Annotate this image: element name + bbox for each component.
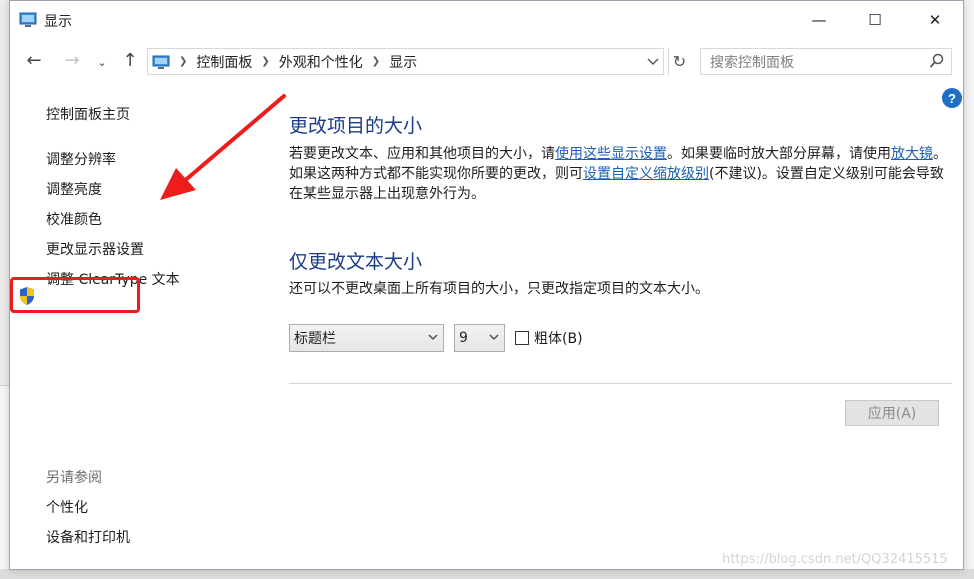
window-title: 显示 — [44, 14, 72, 30]
bold-checkbox[interactable] — [515, 331, 529, 345]
divider — [289, 383, 952, 384]
refresh-icon[interactable]: ↻ — [668, 48, 690, 75]
sidebar-item-adjust-brightness[interactable]: 调整亮度 — [46, 179, 102, 199]
description-text: 。如果要临时放大部分屏幕，请使用 — [667, 146, 891, 162]
chevron-down-icon — [489, 334, 499, 340]
watermark: https://blog.csdn.net/QQ32415515 — [722, 552, 948, 567]
control-panel-icon — [152, 55, 170, 69]
close-button[interactable]: ✕ — [912, 1, 958, 39]
change-text-size-description: 还可以不更改桌面上所有项目的大小，只更改指定项目的文本大小。 — [289, 281, 709, 297]
breadcrumb-appearance[interactable]: 外观和个性化 — [279, 52, 363, 72]
help-icon[interactable]: ? — [942, 88, 962, 108]
display-window: 显示 — ☐ ✕ ← → ⌄ ↑ ❯ 控制面板 ❯ 外观和个性化 ❯ 显示 ↻ … — [9, 0, 964, 570]
search-placeholder: 搜索控制面板 — [710, 54, 794, 71]
bold-label[interactable]: 粗体(B) — [534, 328, 583, 348]
display-icon — [19, 12, 37, 27]
breadcrumb-separator-icon: ❯ — [261, 56, 270, 67]
change-item-size-heading: 更改项目的大小 — [289, 115, 423, 137]
title-bar: 显示 — ☐ ✕ — [10, 1, 963, 39]
address-bar[interactable]: ❯ 控制面板 ❯ 外观和个性化 ❯ 显示 — [147, 48, 664, 75]
see-also-personalization[interactable]: 个性化 — [46, 497, 88, 517]
see-also-header: 另请参阅 — [46, 470, 102, 486]
sidebar-item-calibrate-color[interactable]: 校准颜色 — [46, 209, 102, 229]
text-item-select-value: 标题栏 — [294, 331, 336, 347]
breadcrumb-display[interactable]: 显示 — [389, 52, 417, 72]
change-text-size-heading: 仅更改文本大小 — [289, 251, 423, 273]
apply-button[interactable]: 应用(A) — [845, 400, 939, 426]
annotation-highlight-box — [10, 277, 140, 313]
up-arrow-icon[interactable]: ↑ — [118, 48, 142, 72]
recent-locations-chevron-icon[interactable]: ⌄ — [90, 50, 114, 74]
search-input[interactable]: 搜索控制面板 — [700, 48, 952, 75]
chevron-down-icon — [428, 334, 438, 340]
minimize-button[interactable]: — — [796, 1, 842, 39]
search-icon[interactable] — [929, 52, 945, 70]
text-item-select[interactable]: 标题栏 — [289, 324, 444, 352]
maximize-button[interactable]: ☐ — [852, 1, 898, 39]
back-arrow-icon[interactable]: ← — [22, 48, 46, 72]
magnifier-link[interactable]: 放大镜 — [891, 146, 933, 162]
display-settings-link[interactable]: 使用这些显示设置 — [555, 146, 667, 162]
font-size-select-value: 9 — [459, 330, 468, 346]
see-also-devices-printers[interactable]: 设备和打印机 — [46, 527, 130, 547]
breadcrumb-control-panel[interactable]: 控制面板 — [196, 52, 252, 72]
custom-scaling-link[interactable]: 设置自定义缩放级别 — [583, 166, 709, 182]
sidebar-item-adjust-resolution[interactable]: 调整分辨率 — [46, 149, 116, 169]
forward-arrow-icon[interactable]: → — [60, 48, 84, 72]
change-item-size-description: 若要更改文本、应用和其他项目的大小，请使用这些显示设置。如果要临时放大部分屏幕，… — [289, 144, 951, 204]
address-dropdown-chevron-icon[interactable] — [647, 53, 659, 71]
description-text: 若要更改文本、应用和其他项目的大小，请 — [289, 146, 555, 162]
sidebar-item-control-panel-home[interactable]: 控制面板主页 — [46, 104, 130, 124]
sidebar-item-change-display-settings[interactable]: 更改显示器设置 — [46, 239, 144, 259]
sidebar: 控制面板主页 调整分辨率 调整亮度 校准颜色 更改显示器设置 调整 ClearT… — [10, 81, 275, 571]
breadcrumb-separator-icon: ❯ — [179, 56, 188, 67]
font-size-select[interactable]: 9 — [454, 324, 505, 352]
breadcrumb-separator-icon: ❯ — [371, 56, 381, 67]
